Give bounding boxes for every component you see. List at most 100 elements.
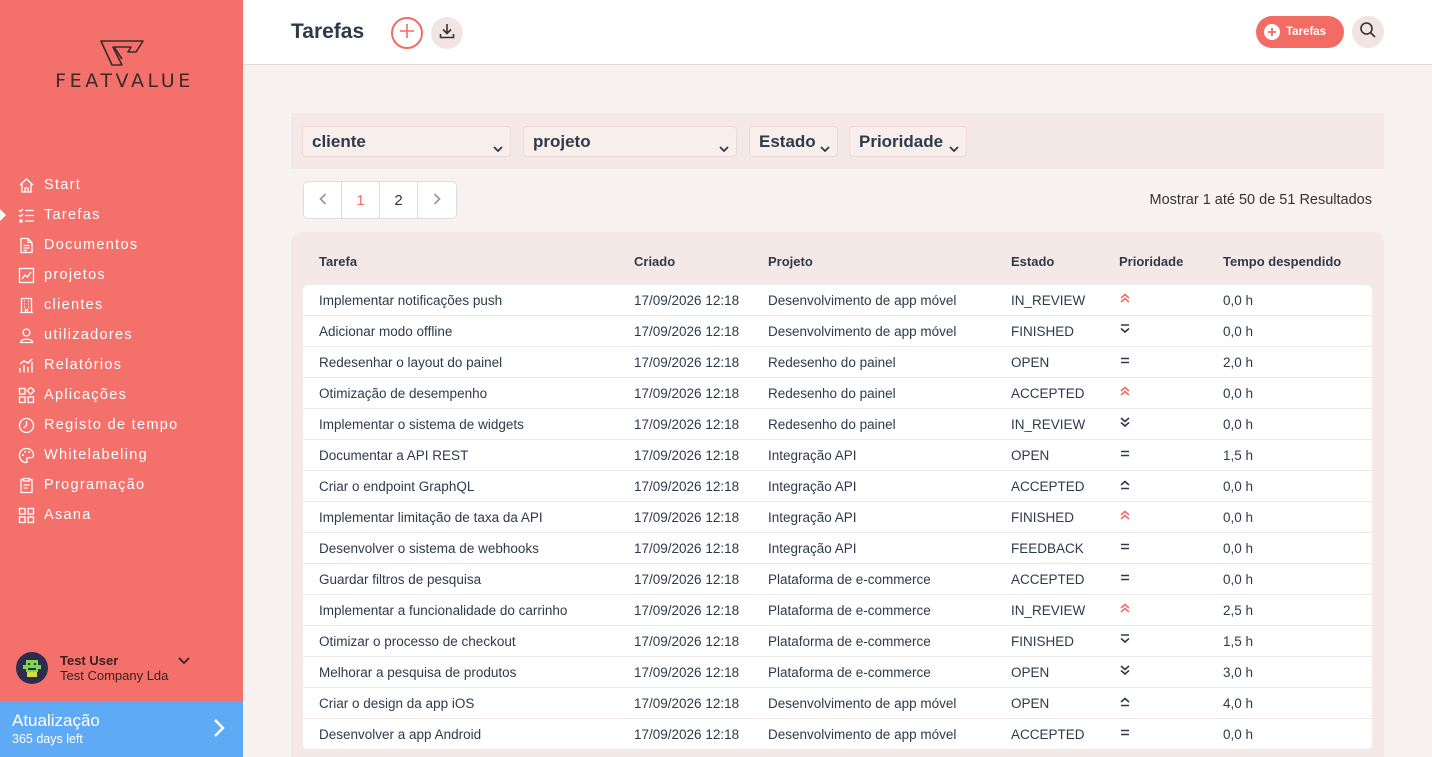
cell-tarefa: Otimizar o processo de checkout <box>319 634 516 649</box>
sidebar-item-tarefas[interactable]: Tarefas <box>0 200 243 230</box>
priority-medium-icon <box>1119 354 1131 369</box>
priority-lowest-icon <box>1119 416 1131 431</box>
column-header-projeto[interactable]: Projeto <box>768 254 813 269</box>
new-task-label: Tarefas <box>1286 26 1327 38</box>
sidebar-item-asana[interactable]: Asana <box>0 500 243 530</box>
cell-projeto: Redesenho do painel <box>768 417 896 432</box>
cell-criado: 17/09/2026 12:18 <box>634 541 740 556</box>
sidebar-item-aplicacoes[interactable]: Aplicações <box>0 380 243 410</box>
cell-estado: ACCEPTED <box>1011 386 1085 401</box>
brand-logo[interactable]: FEATVALUE <box>0 38 243 92</box>
top-header: Tarefas Tarefas <box>243 0 1432 65</box>
priority-lowest-icon <box>1119 664 1131 679</box>
cell-tarefa: Criar o endpoint GraphQL <box>319 479 475 494</box>
table-row[interactable]: Adicionar modo offline 17/09/2026 12:18 De… <box>303 316 1372 347</box>
sidebar-item-clientes[interactable]: clientes <box>0 290 243 320</box>
tasks-table: Tarefa Criado Projeto Estado Prioridade … <box>291 232 1384 757</box>
prev-page-button[interactable] <box>304 182 342 218</box>
table-row[interactable]: Melhorar a pesquisa de produtos 17/09/202… <box>303 657 1372 688</box>
table-row[interactable]: Desenvolver o sistema de webhooks 17/09/2… <box>303 533 1372 564</box>
table-row[interactable]: Implementar limitação de taxa da API 17/0… <box>303 502 1372 533</box>
upgrade-days-left: 365 days left <box>12 732 83 746</box>
column-header-prioridade[interactable]: Prioridade <box>1119 254 1183 269</box>
cell-tempo: 0,0 h <box>1223 417 1254 432</box>
cell-tempo: 0,0 h <box>1223 479 1254 494</box>
column-header-criado[interactable]: Criado <box>634 254 675 269</box>
sidebar-item-projetos[interactable]: projetos <box>0 260 243 290</box>
cell-projeto: Integração API <box>768 448 857 463</box>
cell-estado: FEEDBACK <box>1011 541 1084 556</box>
table-row[interactable]: Criar o endpoint GraphQL 17/09/2026 12:18… <box>303 471 1372 502</box>
cell-tarefa: Implementar limitação de taxa da API <box>319 510 543 525</box>
filter-bar: cliente projeto Estado Prioridade <box>291 113 1384 169</box>
table-row[interactable]: Criar o design da app iOS 17/09/2026 12:1… <box>303 688 1372 719</box>
cell-criado: 17/09/2026 12:18 <box>634 665 740 680</box>
sidebar-item-label: Documentos <box>44 237 139 253</box>
column-header-tarefa[interactable]: Tarefa <box>319 254 357 269</box>
download-button[interactable] <box>431 17 463 49</box>
building-icon <box>17 296 36 315</box>
priority-low-icon <box>1119 323 1131 338</box>
cell-criado: 17/09/2026 12:18 <box>634 448 740 463</box>
cell-tempo: 3,0 h <box>1223 665 1254 680</box>
search-button[interactable] <box>1352 16 1384 48</box>
document-icon <box>17 236 36 255</box>
prioridade-select-value: Prioridade <box>859 131 944 151</box>
new-task-button[interactable]: Tarefas <box>1256 16 1344 48</box>
cell-tarefa: Melhorar a pesquisa de produtos <box>319 665 517 680</box>
sidebar-item-label: Tarefas <box>44 207 101 223</box>
cell-criado: 17/09/2026 12:18 <box>634 355 740 370</box>
cell-tempo: 0,0 h <box>1223 293 1254 308</box>
user-menu[interactable]: Test User Test Company Lda <box>16 652 191 684</box>
sidebar-item-start[interactable]: Start <box>0 170 243 200</box>
table-row[interactable]: Otimizar o processo de checkout 17/09/202… <box>303 626 1372 657</box>
page-title: Tarefas <box>291 20 365 43</box>
projeto-select-value: projeto <box>533 131 591 151</box>
upgrade-title: Atualização <box>12 711 100 730</box>
sidebar-item-label: Programação <box>44 477 146 493</box>
cell-estado: IN_REVIEW <box>1011 417 1086 432</box>
cell-tarefa: Desenvolver o sistema de webhooks <box>319 541 539 556</box>
priority-highest-icon <box>1119 385 1131 400</box>
cliente-select[interactable]: cliente <box>302 126 511 157</box>
task-list-icon <box>17 206 36 225</box>
sidebar-item-programacao[interactable]: Programação <box>0 470 243 500</box>
cell-estado: OPEN <box>1011 355 1050 370</box>
cell-estado: IN_REVIEW <box>1011 293 1086 308</box>
sidebar-item-utilizadores[interactable]: utilizadores <box>0 320 243 350</box>
projeto-select[interactable]: projeto <box>523 126 737 157</box>
table-row[interactable]: Desenvolver a app Android 17/09/2026 12:1… <box>303 719 1372 750</box>
table-row[interactable]: Implementar a funcionalidade do carrinho… <box>303 595 1372 626</box>
chevron-right-icon <box>213 718 225 743</box>
results-count: Mostrar 1 até 50 de 51 Resultados <box>1149 192 1372 208</box>
sidebar-item-whitelabeling[interactable]: Whitelabeling <box>0 440 243 470</box>
cell-tarefa: Implementar o sistema de widgets <box>319 417 524 432</box>
column-header-tempo-despendido[interactable]: Tempo despendido <box>1223 254 1341 269</box>
column-header-estado[interactable]: Estado <box>1011 254 1054 269</box>
cell-projeto: Integração API <box>768 541 857 556</box>
cell-criado: 17/09/2026 12:18 <box>634 572 740 587</box>
chevron-down-icon <box>949 138 959 158</box>
table-row[interactable]: Implementar notificações push 17/09/2026 … <box>303 285 1372 316</box>
add-task-button[interactable] <box>391 17 423 49</box>
sidebar-item-relatorios[interactable]: Relatórios <box>0 350 243 380</box>
apps-icon <box>17 386 36 405</box>
prioridade-select[interactable]: Prioridade <box>849 126 967 157</box>
priority-low-icon <box>1119 633 1131 648</box>
page-button-2[interactable]: 2 <box>380 182 418 218</box>
chevron-down-icon[interactable] <box>178 652 191 670</box>
table-row[interactable]: Documentar a API REST 17/09/2026 12:18 Int… <box>303 440 1372 471</box>
next-page-button[interactable] <box>418 182 456 218</box>
estado-select[interactable]: Estado <box>749 126 838 157</box>
table-row[interactable]: Guardar filtros de pesquisa 17/09/2026 12… <box>303 564 1372 595</box>
cell-projeto: Redesenho do painel <box>768 386 896 401</box>
sidebar-item-documentos[interactable]: Documentos <box>0 230 243 260</box>
page-button-1[interactable]: 1 <box>342 182 380 218</box>
user-name: Test User <box>60 653 119 668</box>
sidebar-item-registo-de-tempo[interactable]: Registo de tempo <box>0 410 243 440</box>
upgrade-banner[interactable]: Atualização 365 days left <box>0 701 243 757</box>
table-row[interactable]: Otimização de desempenho 17/09/2026 12:18… <box>303 378 1372 409</box>
table-row[interactable]: Redesenhar o layout do painel 17/09/2026 … <box>303 347 1372 378</box>
priority-medium-icon <box>1119 540 1131 555</box>
table-row[interactable]: Implementar o sistema de widgets 17/09/20… <box>303 409 1372 440</box>
